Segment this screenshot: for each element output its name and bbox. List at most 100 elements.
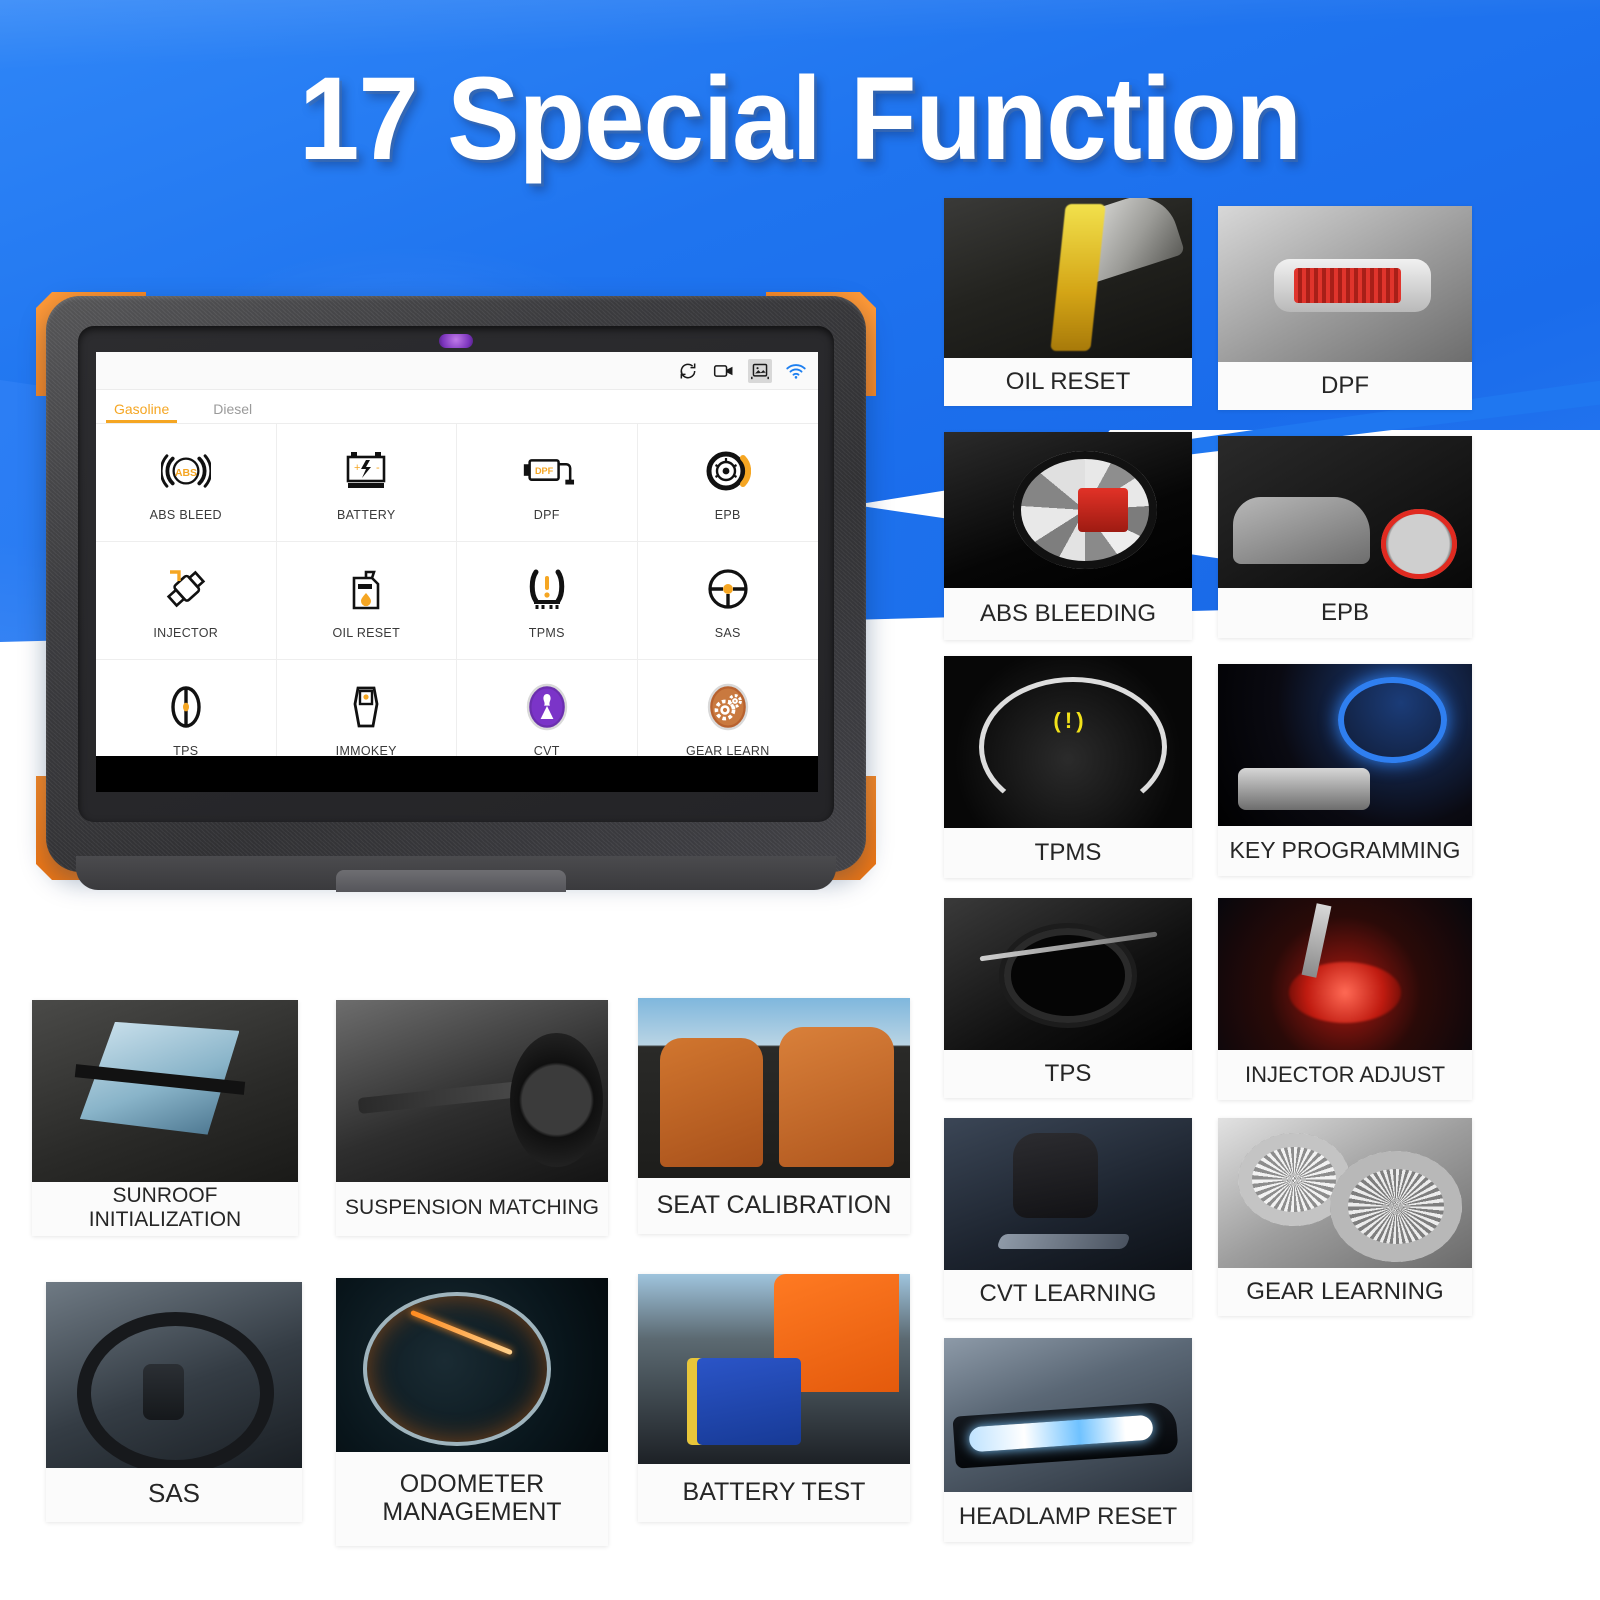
grid-item-epb[interactable]: EPB [637,424,818,542]
throttle-position-icon [166,680,206,734]
grid-item-label: BATTERY [336,507,396,522]
grid-item-injector[interactable]: INJECTOR [96,542,277,660]
epb-brake-icon [705,444,751,498]
card-label: OIL RESET [1005,367,1131,395]
status-bar [96,352,818,390]
grid-item-oil-reset[interactable]: OIL RESET [276,542,457,660]
card-image [638,998,910,1178]
feature-card-sas[interactable]: SAS [46,1282,302,1522]
abs-icon: ABS [160,444,211,498]
gear-learn-icon [706,680,750,734]
battery-icon: + - [343,444,389,498]
screenshot-icon[interactable] [748,358,772,383]
feature-card-dpf[interactable]: DPF [1218,206,1472,410]
feature-card-headlamp-reset[interactable]: HEADLAMP RESET [944,1338,1192,1542]
card-label: KEY PROGRAMMING [1229,837,1461,864]
card-label: SAS [147,1478,201,1509]
tire-pressure-icon [525,562,569,616]
card-label: BATTERY TEST [682,1478,866,1506]
feature-card-odometer-management[interactable]: ODOMETER MANAGEMENT [336,1278,608,1546]
tab-gasoline[interactable]: Gasoline [105,401,178,423]
diagnostic-tablet: Gasoline Diesel ABS ABS BLEED + - BATTER… [36,288,876,892]
card-image [336,1000,608,1182]
grid-item-tpms[interactable]: TPMS [457,542,638,660]
feature-card-battery-test[interactable]: BATTERY TEST [638,1274,910,1522]
grid-item-label: DPF [533,507,560,522]
grid-item-label: TPMS [528,625,565,640]
card-label: SUNROOF INITIALIZATION [88,1184,242,1231]
card-image [944,1118,1192,1270]
card-label: ABS BLEEDING [979,599,1157,627]
grid-item-abs-bleed[interactable]: ABS ABS BLEED [96,424,277,542]
card-image [1218,664,1472,826]
grid-item-label: EPB [714,507,741,522]
card-label: ODOMETER MANAGEMENT [382,1470,562,1526]
feature-card-suspension-matching[interactable]: SUSPENSION MATCHING [336,1000,608,1236]
grid-item-label: ABS BLEED [149,507,222,522]
feature-card-seat-calibration[interactable]: SEAT CALIBRATION [638,998,910,1234]
cvt-icon [525,680,569,734]
grid-item-sas[interactable]: SAS [637,542,818,660]
tab-diesel-label: Diesel [213,401,253,417]
video-record-icon[interactable] [712,359,736,383]
feature-card-injector-adjust[interactable]: INJECTOR ADJUST [1218,898,1472,1100]
card-image [32,1000,298,1182]
card-image [944,1338,1192,1492]
feature-card-epb[interactable]: EPB [1218,436,1472,638]
front-camera-icon [439,334,473,348]
card-image [1218,436,1472,588]
card-image [1218,1118,1472,1268]
svg-text:+: + [354,462,360,474]
grid-item-label: INJECTOR [153,625,219,640]
feature-card-abs-bleeding[interactable]: ABS BLEEDING [944,432,1192,640]
fuel-type-tabs: Gasoline Diesel [96,390,818,424]
dpf-filter-icon: DPF [519,444,575,498]
grid-item-dpf[interactable]: DPF DPF [457,424,638,542]
feature-card-sunroof-initialization[interactable]: SUNROOF INITIALIZATION [32,1000,298,1236]
grid-item-label: SAS [714,625,741,640]
tab-gasoline-label: Gasoline [114,401,170,417]
feature-card-oil-reset[interactable]: OIL RESET [944,198,1192,406]
injector-icon [162,562,210,616]
card-image [336,1278,608,1452]
card-label: GEAR LEARNING [1246,1277,1444,1305]
grid-item-label: OIL RESET [332,625,401,640]
grid-item-battery[interactable]: + - BATTERY [276,424,457,542]
wifi-icon[interactable] [784,359,808,383]
feature-card-tpms[interactable]: TPMS [944,656,1192,878]
feature-card-tps[interactable]: TPS [944,898,1192,1098]
tablet-screen: Gasoline Diesel ABS ABS BLEED + - BATTER… [96,352,818,792]
card-image [944,198,1192,358]
card-image [1218,206,1472,362]
card-label: CVT LEARNING [979,1279,1157,1307]
tab-diesel[interactable]: Diesel [213,401,252,423]
feature-card-gear-learning[interactable]: GEAR LEARNING [1218,1118,1472,1316]
feature-card-key-programming[interactable]: KEY PROGRAMMING [1218,664,1472,876]
card-label: SUSPENSION MATCHING [345,1196,599,1220]
card-image [46,1282,302,1468]
immobilizer-key-icon [345,680,387,734]
card-image [1218,898,1472,1050]
refresh-icon[interactable] [676,359,700,383]
oil-can-icon [346,562,386,616]
card-image [638,1274,910,1464]
function-grid: ABS ABS BLEED + - BATTERY DPF DPF EPB IN… [96,424,818,778]
card-label: SEAT CALIBRATION [656,1191,892,1219]
feature-card-cvt-learning[interactable]: CVT LEARNING [944,1118,1192,1318]
card-label: DPF [1321,371,1369,399]
page-title: 17 Special Function [298,53,1302,185]
card-label: INJECTOR ADJUST [1244,1061,1446,1087]
svg-text:DPF: DPF [535,465,554,475]
card-label: TPS [1044,1059,1092,1087]
tablet-foot-notch [336,870,566,892]
card-label: HEADLAMP RESET [958,1502,1178,1530]
screen-bottom-bar [96,756,818,792]
card-label: EPB [1320,598,1370,626]
card-label: TPMS [1034,838,1102,866]
card-image [944,656,1192,828]
card-image [944,432,1192,588]
svg-text:-: - [376,462,380,474]
card-image [944,898,1192,1050]
svg-text:ABS: ABS [175,467,197,478]
steering-wheel-icon [705,562,751,616]
